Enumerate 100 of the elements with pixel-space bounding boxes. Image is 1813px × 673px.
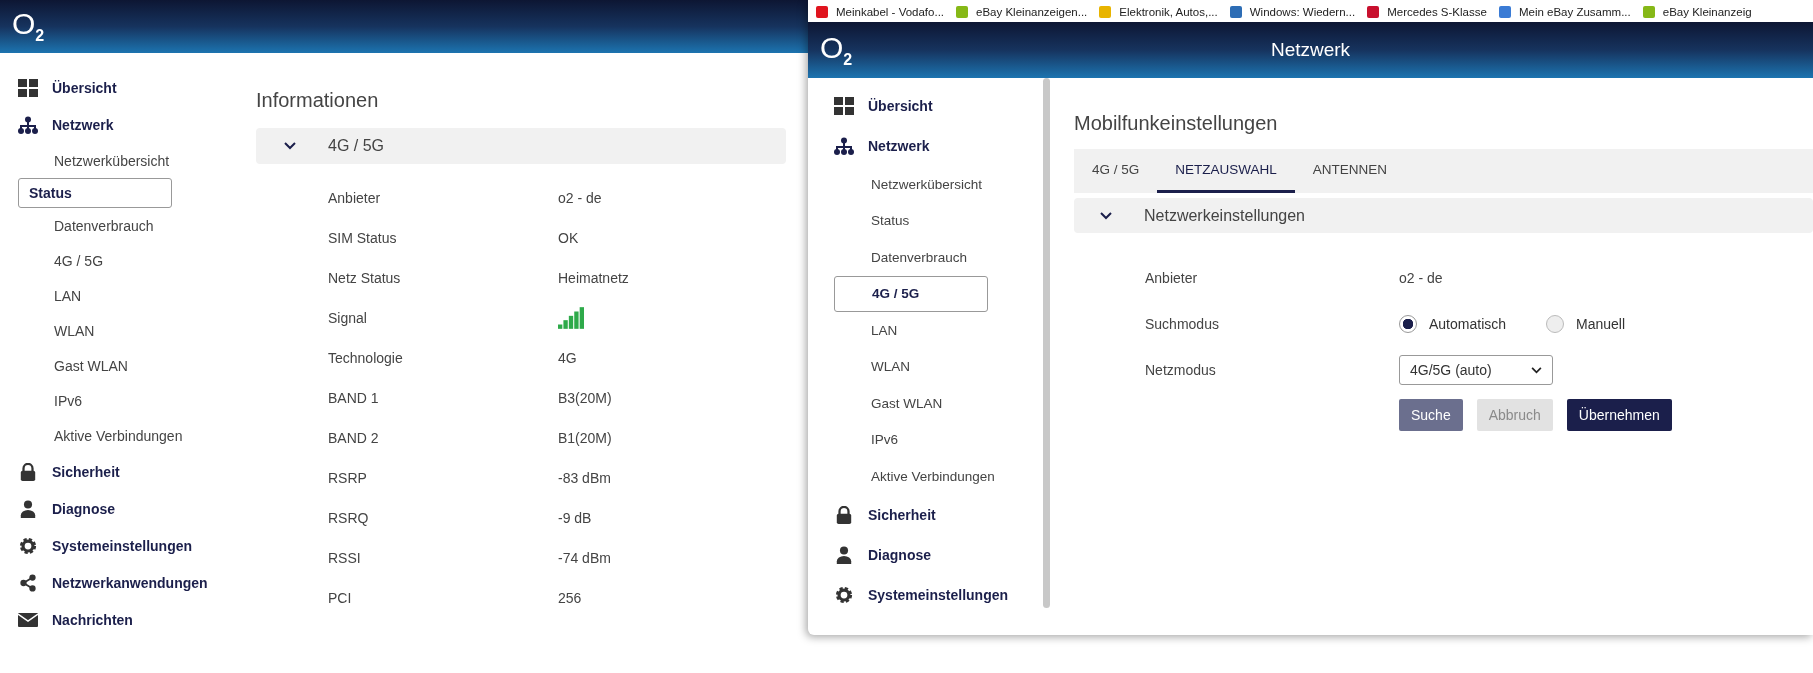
radio-option[interactable]: Manuell bbox=[1546, 315, 1626, 333]
action-button[interactable]: Übernehmen bbox=[1566, 399, 1672, 431]
info-label: Anbieter bbox=[328, 190, 382, 206]
bookmark-link[interactable]: Meinkabel - Vodafo... bbox=[816, 6, 945, 18]
sidebar-subitem[interactable]: IPv6 bbox=[18, 383, 230, 418]
info-label: PCI bbox=[328, 590, 353, 606]
info-value: 4G bbox=[558, 350, 577, 366]
tab[interactable]: 4G / 5G bbox=[1074, 149, 1158, 193]
network-mode-dropdown[interactable]: 4G/5G (auto) bbox=[1399, 355, 1553, 385]
bookmark-link[interactable]: Windows: Wiedern... bbox=[1229, 6, 1356, 18]
sidebar-item[interactable]: Diagnose bbox=[18, 490, 230, 527]
accordion-header[interactable]: 4G / 5G bbox=[256, 128, 786, 164]
sidebar-subitem[interactable]: WLAN bbox=[834, 348, 1056, 385]
sidebar-subitem[interactable]: Netzwerkübersicht bbox=[18, 143, 230, 178]
info-label: BAND 1 bbox=[328, 390, 380, 406]
sidebar-item[interactable]: Übersicht bbox=[18, 69, 230, 106]
network-tree-icon bbox=[834, 137, 854, 155]
sidebar-subitem[interactable]: LAN bbox=[834, 312, 1056, 349]
sidebar-item[interactable]: Systemeinstellungen bbox=[18, 527, 230, 564]
radio-label: Manuell bbox=[1576, 316, 1626, 332]
network-tree-icon bbox=[18, 115, 38, 134]
grid-icon bbox=[834, 97, 854, 115]
info-value: Heimatnetz bbox=[558, 270, 629, 286]
o2-logo: O$_{2}$ bbox=[12, 9, 45, 44]
info-label: Signal bbox=[328, 310, 368, 326]
bookmark-link[interactable]: eBay Kleinanzeig bbox=[1642, 6, 1752, 18]
chevron-icon bbox=[1100, 211, 1112, 220]
share-icon bbox=[18, 573, 38, 592]
sidebar-item[interactable]: Diagnose bbox=[834, 534, 1056, 575]
sidebar-item[interactable]: Übersicht bbox=[834, 86, 1056, 126]
sidebar-item[interactable]: Nachrichten bbox=[18, 601, 230, 638]
info-label: SIM Status bbox=[328, 230, 398, 246]
sidebar-item[interactable]: Netzwerk bbox=[18, 106, 230, 143]
field-label: Anbieter bbox=[1145, 270, 1199, 286]
person-icon bbox=[18, 499, 38, 518]
sidebar-item[interactable]: Netzwerk bbox=[834, 126, 1056, 166]
info-label: Netz Status bbox=[328, 270, 402, 286]
radio-button[interactable] bbox=[1546, 315, 1565, 333]
field-label: Suchmodus bbox=[1145, 316, 1220, 332]
lock-icon bbox=[18, 462, 38, 481]
sidebar-subitem[interactable]: Datenverbrauch bbox=[18, 208, 230, 243]
bookmark-link[interactable]: eBay Kleinanzeigen... bbox=[956, 6, 1088, 18]
info-label: RSRQ bbox=[328, 510, 370, 526]
info-value: B3(20M) bbox=[558, 390, 612, 406]
sidebar-subitem[interactable]: Datenverbrauch bbox=[834, 239, 1056, 276]
info-value: -74 dBm bbox=[558, 550, 611, 566]
o2-logo: O$_{2}$ bbox=[820, 32, 853, 68]
favicon-icon bbox=[816, 6, 828, 18]
info-value: 256 bbox=[558, 590, 582, 606]
sidebar-subitem[interactable]: Aktive Verbindungen bbox=[834, 458, 1056, 495]
sidebar-subitem[interactable]: Status bbox=[18, 178, 172, 208]
scrollbar[interactable] bbox=[1043, 78, 1050, 608]
sidebar-subitem[interactable]: Gast WLAN bbox=[834, 385, 1056, 422]
grid-icon bbox=[18, 78, 38, 97]
sidebar-subitem[interactable]: Status bbox=[834, 202, 1056, 239]
favicon-icon bbox=[1498, 6, 1511, 18]
favicon-icon bbox=[956, 6, 969, 18]
lock-icon bbox=[834, 505, 854, 524]
page-heading: Mobilfunkeinstellungen bbox=[1074, 112, 1278, 135]
sidebar-subitem[interactable]: 4G / 5G bbox=[834, 275, 988, 312]
tab[interactable]: NETZAUSWAHL bbox=[1157, 149, 1295, 193]
tab[interactable]: ANTENNEN bbox=[1294, 149, 1406, 193]
radio-button[interactable] bbox=[1399, 315, 1417, 333]
page-title: Netzwerk bbox=[1270, 39, 1351, 61]
sidebar-item[interactable]: Systemeinstellungen bbox=[834, 574, 1056, 615]
bookmark-link[interactable]: Mein eBay Zusamm... bbox=[1498, 6, 1631, 18]
info-value: -83 dBm bbox=[558, 470, 611, 486]
info-label: BAND 2 bbox=[328, 430, 380, 446]
sidebar-subitem[interactable]: Netzwerkübersicht bbox=[834, 166, 1056, 203]
sidebar-subitem[interactable]: LAN bbox=[18, 278, 230, 313]
sidebar-subitem[interactable]: WLAN bbox=[18, 313, 230, 348]
field-label: Netzmodus bbox=[1145, 362, 1217, 378]
sidebar-subitem[interactable]: 4G / 5G bbox=[18, 243, 230, 278]
accordion-header[interactable]: Netzwerkeinstellungen bbox=[1074, 198, 1813, 233]
sidebar-subitem[interactable]: Gast WLAN bbox=[18, 348, 230, 383]
bookmark-link[interactable]: Elektronik, Autos,... bbox=[1099, 6, 1218, 18]
sidebar-item[interactable]: Sicherheit bbox=[834, 494, 1056, 535]
action-button[interactable]: Suche bbox=[1399, 399, 1463, 431]
person-icon bbox=[834, 545, 854, 564]
sidebar-item[interactable]: Sicherheit bbox=[18, 453, 230, 490]
radio-option[interactable]: Automatisch bbox=[1399, 315, 1507, 333]
favicon-icon bbox=[1642, 6, 1655, 18]
favicon-icon bbox=[1229, 6, 1242, 18]
sidebar-subitem[interactable]: IPv6 bbox=[834, 421, 1056, 458]
chevron-icon bbox=[284, 142, 296, 150]
radio-label: Automatisch bbox=[1429, 316, 1507, 332]
info-label: RSSI bbox=[328, 550, 362, 566]
envelope-icon bbox=[18, 610, 38, 629]
settings-icon bbox=[18, 536, 38, 555]
settings-icon bbox=[834, 585, 854, 604]
info-value: B1(20M) bbox=[558, 430, 612, 446]
sidebar-item[interactable]: Netzwerkanwendungen bbox=[18, 564, 230, 601]
info-value: OK bbox=[558, 230, 579, 246]
sidebar-subitem[interactable]: Aktive Verbindungen bbox=[18, 418, 230, 453]
page-heading: Informationen bbox=[256, 89, 379, 112]
field-value: o2 - de bbox=[1399, 270, 1443, 286]
info-label: RSRP bbox=[328, 470, 368, 486]
info-value: o2 - de bbox=[558, 190, 602, 206]
bookmark-link[interactable]: Mercedes S-Klasse bbox=[1367, 6, 1487, 18]
info-label: Technologie bbox=[328, 350, 404, 366]
